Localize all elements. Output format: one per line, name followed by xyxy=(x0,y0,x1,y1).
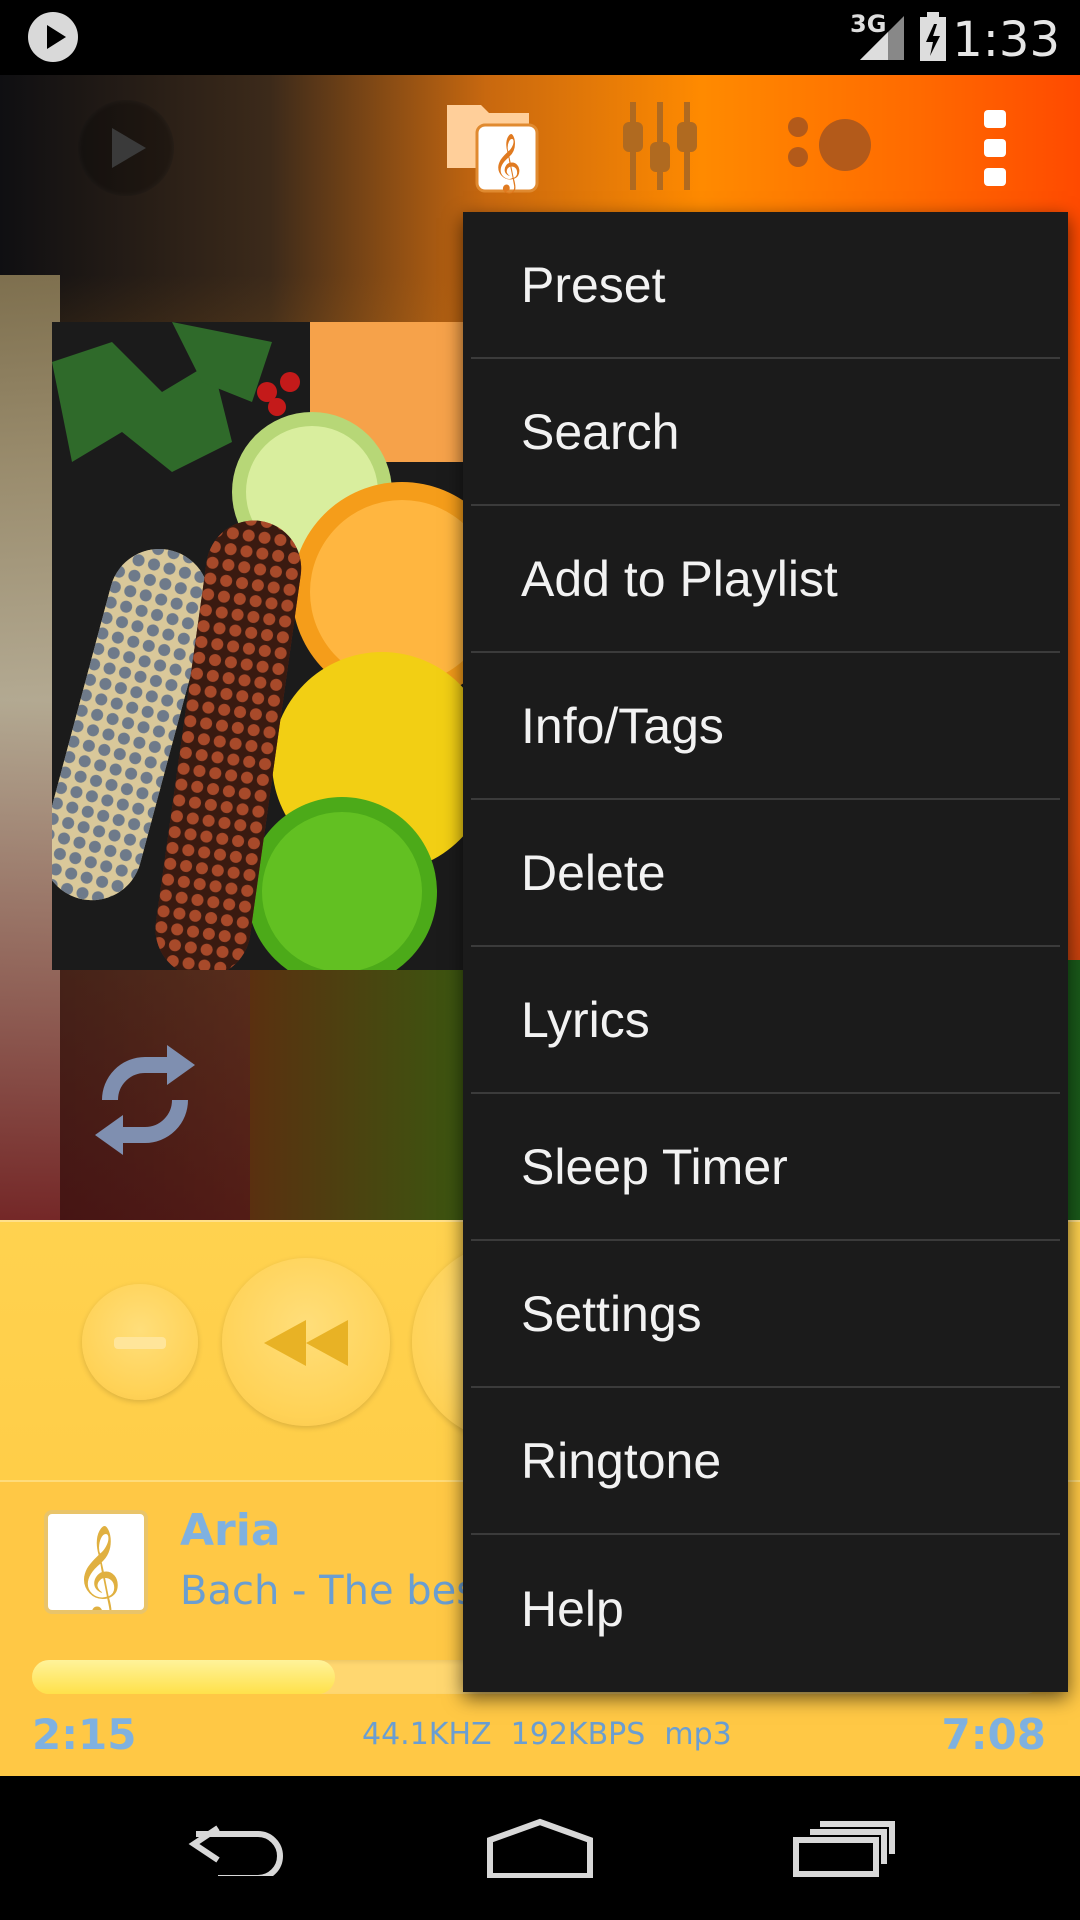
overflow-menu-icon[interactable] xyxy=(982,108,1010,188)
elapsed-time: 2:15 xyxy=(32,1710,137,1759)
media-play-notification-icon xyxy=(28,12,78,62)
menu-item-preset[interactable]: Preset xyxy=(471,212,1060,359)
file-format: mp3 xyxy=(664,1717,732,1752)
menu-item-ringtone[interactable]: Ringtone xyxy=(471,1388,1060,1535)
menu-item-sleep-timer[interactable]: Sleep Timer xyxy=(471,1094,1060,1241)
menu-item-info-tags[interactable]: Info/Tags xyxy=(471,653,1060,800)
home-icon[interactable] xyxy=(484,1818,596,1878)
status-bar: 3G 1:33 xyxy=(0,0,1080,75)
menu-item-label: Help xyxy=(521,1580,624,1637)
rewind-icon xyxy=(264,1320,348,1366)
battery-charging-icon xyxy=(920,12,946,61)
app-background-left xyxy=(0,275,60,1220)
menu-item-label: Info/Tags xyxy=(521,697,724,754)
repeat-icon[interactable] xyxy=(95,1045,195,1155)
menu-item-label: Search xyxy=(521,403,680,460)
music-folder-icon[interactable]: 𝄞 xyxy=(445,95,540,195)
signal-icon xyxy=(860,16,904,60)
menu-item-delete[interactable]: Delete xyxy=(471,800,1060,947)
album-art xyxy=(52,322,514,970)
sample-rate: 44.1KHZ xyxy=(362,1717,492,1752)
song-thumbnail: 𝄞 xyxy=(44,1510,148,1614)
menu-item-settings[interactable]: Settings xyxy=(471,1241,1060,1388)
recent-apps-icon[interactable] xyxy=(790,1818,898,1878)
menu-item-label: Add to Playlist xyxy=(521,550,838,607)
back-icon[interactable] xyxy=(188,1816,293,1876)
menu-item-help[interactable]: Help xyxy=(471,1535,1060,1682)
menu-item-search[interactable]: Search xyxy=(471,359,1060,506)
song-title[interactable]: Aria xyxy=(180,1505,281,1556)
menu-item-label: Settings xyxy=(521,1285,702,1342)
menu-item-label: Sleep Timer xyxy=(521,1138,788,1195)
svg-text:𝄞: 𝄞 xyxy=(492,133,522,194)
menu-item-label: Delete xyxy=(521,844,666,901)
audio-info: 44.1KHZ 192KBPS mp3 xyxy=(362,1717,732,1752)
bitrate: 192KBPS xyxy=(510,1717,646,1752)
equalizer-icon[interactable] xyxy=(620,100,700,192)
menu-item-lyrics[interactable]: Lyrics xyxy=(471,947,1060,1094)
minus-icon xyxy=(114,1337,166,1349)
visualizer-icon[interactable] xyxy=(785,115,875,175)
seek-bar-progress xyxy=(32,1660,335,1694)
menu-item-label: Ringtone xyxy=(521,1432,722,1489)
svg-text:𝄞: 𝄞 xyxy=(74,1524,121,1610)
volume-down-button[interactable] xyxy=(82,1284,198,1400)
overflow-menu: Preset Search Add to Playlist Info/Tags Dele… xyxy=(463,212,1068,1692)
rewind-button[interactable] xyxy=(222,1258,390,1426)
clock: 1:33 xyxy=(952,12,1060,68)
play-icon[interactable] xyxy=(78,100,174,196)
menu-item-label: Preset xyxy=(521,256,666,313)
navigation-bar xyxy=(0,1776,1080,1920)
menu-item-label: Lyrics xyxy=(521,991,650,1048)
total-time: 7:08 xyxy=(941,1710,1046,1759)
menu-item-add-to-playlist[interactable]: Add to Playlist xyxy=(471,506,1060,653)
